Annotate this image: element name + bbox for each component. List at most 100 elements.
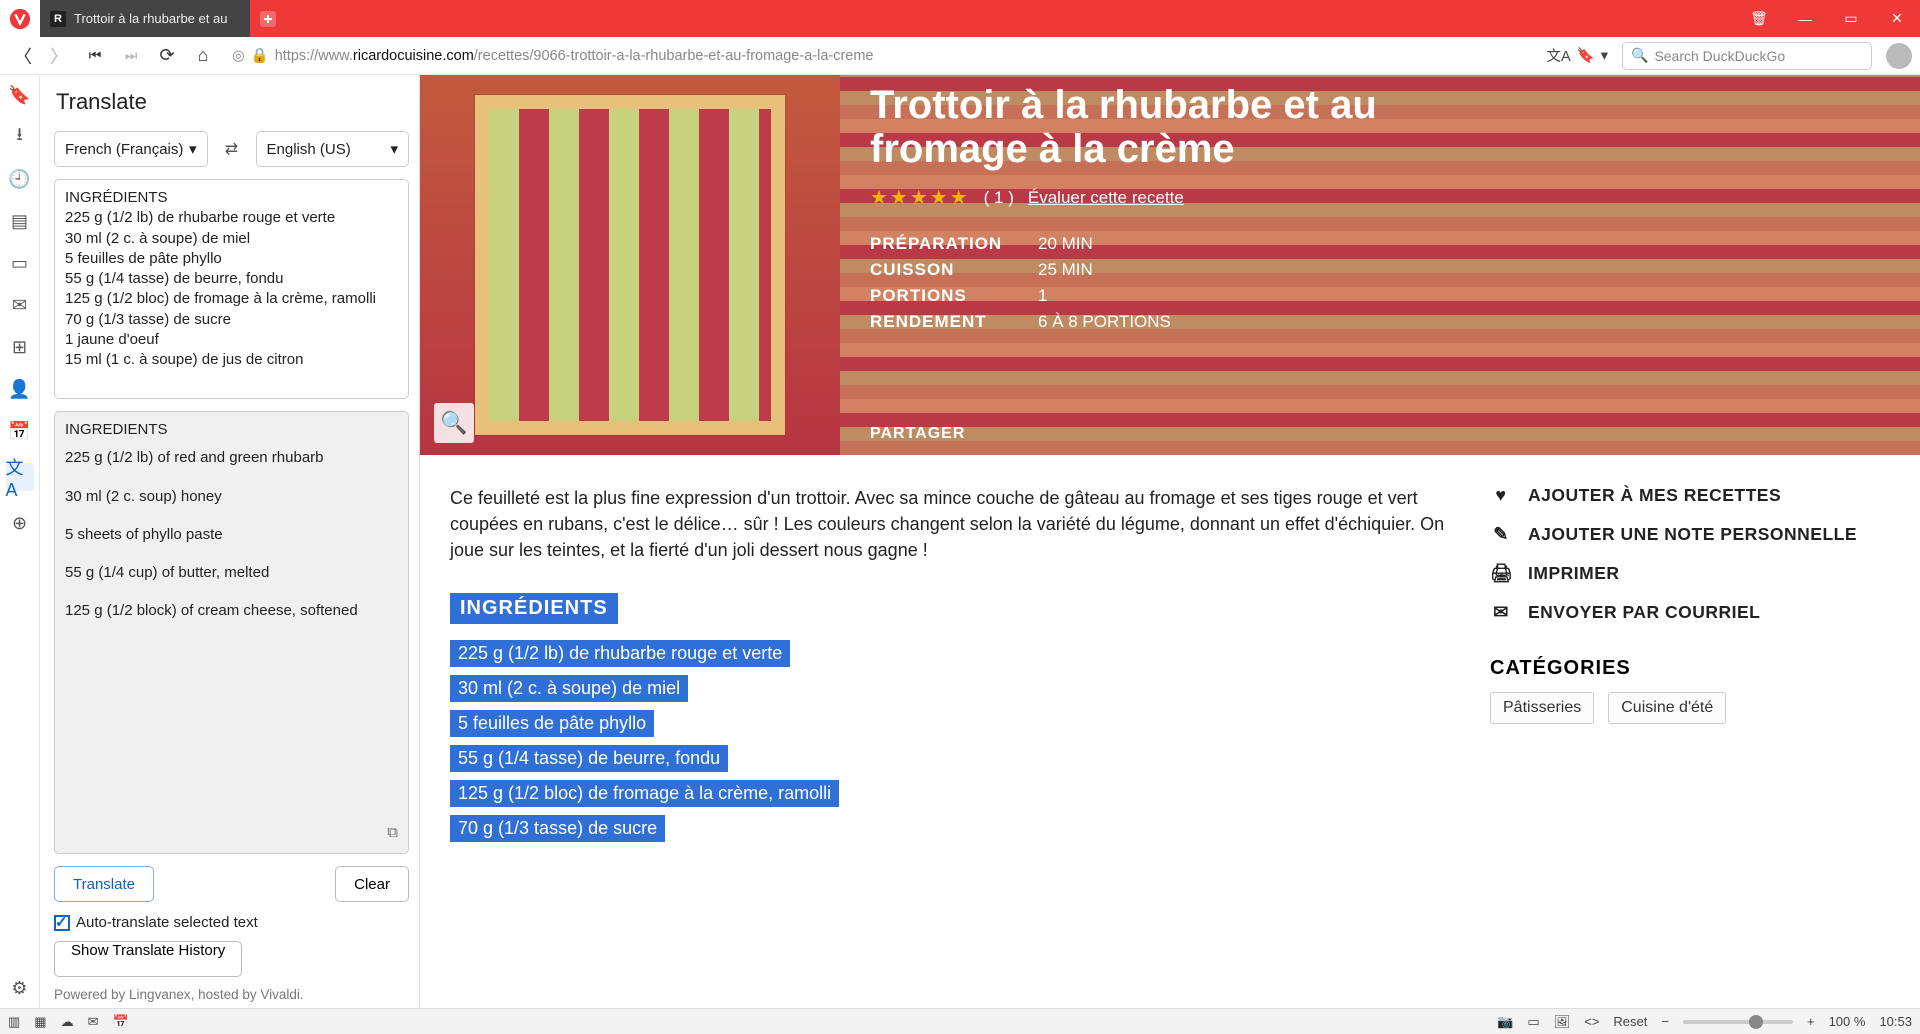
shield-icon: ◎ [232,48,245,64]
minimize-button[interactable]: — [1782,0,1828,37]
calendar-status-icon[interactable]: 📅 [113,1014,129,1030]
categories-heading: CATÉGORIES [1490,657,1890,680]
category-tag[interactable]: Pâtisseries [1490,692,1594,724]
ingredient-item: 225 g (1/2 lb) de rhubarbe rouge et vert… [450,640,790,667]
devtools-icon[interactable]: <> [1584,1014,1599,1029]
auto-translate-label: Auto-translate selected text [76,914,258,931]
search-input[interactable]: 🔍 Search DuckDuckGo [1622,42,1872,70]
downloads-icon[interactable]: ⭳ [10,127,30,147]
meta-label: PRÉPARATION [870,234,1020,254]
titlebar: R Trottoir à la rhubarbe et au 🗑 — ▭ ✕ [0,0,1920,37]
ingredient-item: 5 feuilles de pâte phyllo [450,710,654,737]
auto-translate-checkbox[interactable] [54,915,70,931]
recipe-title: Trottoir à la rhubarbe et au fromage à l… [870,83,1510,171]
panel-title: Translate [56,89,409,115]
meta-label: PORTIONS [870,286,1020,306]
rate-link[interactable]: Évaluer cette recette [1028,188,1184,208]
add-favorite-button[interactable]: ♥AJOUTER À MES RECETTES [1490,485,1890,506]
capture-icon[interactable]: 📷 [1497,1014,1513,1030]
search-icon: 🔍 [1631,47,1648,64]
zoom-slider[interactable] [1683,1020,1793,1024]
history-icon[interactable]: 🕘 [10,169,30,189]
rewind-button[interactable]: ⏮ [80,41,110,71]
tab-favicon: R [50,11,66,27]
ingredient-item: 70 g (1/3 tasse) de sucre [450,815,665,842]
close-button[interactable]: ✕ [1874,0,1920,37]
bookmark-icon[interactable]: 🔖 [1577,47,1595,64]
ingredients-list: 225 g (1/2 lb) de rhubarbe rouge et vert… [450,636,1450,846]
category-tag[interactable]: Cuisine d'été [1608,692,1726,724]
contacts-icon[interactable]: 👤 [10,379,30,399]
panel-toggle-icon[interactable]: ▥ [8,1014,20,1030]
zoom-image-button[interactable]: 🔍 [434,403,474,443]
powered-by-text: Powered by Lingvanex, hosted by Vivaldi. [54,987,409,1002]
ingredients-heading: INGRÉDIENTS [450,593,618,624]
reload-button[interactable]: ⟳ [152,41,182,71]
meta-value: 25 MIN [1038,260,1093,280]
settings-icon[interactable]: ⚙ [10,978,30,998]
vivaldi-logo[interactable] [0,0,40,37]
heart-icon: ♥ [1490,485,1512,506]
window-controls: 🗑 — ▭ ✕ [1736,0,1920,37]
lock-icon: 🔒 [251,47,269,64]
ingredient-item: 55 g (1/4 tasse) de beurre, fondu [450,745,728,772]
swap-languages-button[interactable]: ⇄ [218,135,246,163]
star-icon: ★★★★★ [870,185,970,210]
clock: 10:53 [1879,1014,1912,1029]
meta-label: RENDEMENT [870,312,1020,332]
search-placeholder: Search DuckDuckGo [1654,48,1785,64]
trash-icon[interactable]: 🗑 [1736,0,1782,37]
tile-icon[interactable]: ▭ [1527,1014,1539,1030]
source-lang-select[interactable]: French (Français)▾ [54,131,208,167]
share-button[interactable]: PARTAGER [870,425,1890,443]
status-bar: ▥ ▦ ☁ ✉ 📅 📷 ▭ 🖼 <> Reset − + 100 % 10:53 [0,1008,1920,1034]
clear-button[interactable]: Clear [335,866,409,902]
translate-panel: Translate French (Français)▾ ⇄ English (… [40,75,420,1008]
notes-icon[interactable]: ▤ [10,211,30,231]
new-tab-button[interactable] [250,0,286,37]
chevron-down-icon: ▾ [390,140,398,158]
home-button[interactable]: ⌂ [188,41,218,71]
note-icon: ✎ [1490,524,1512,545]
back-button[interactable]: 〈 [8,41,38,71]
tab-active[interactable]: R Trottoir à la rhubarbe et au [40,0,250,37]
sync-icon[interactable]: ☁ [61,1014,74,1030]
maximize-button[interactable]: ▭ [1828,0,1874,37]
toolbar: 〈 〉 ⏮ ⏭ ⟳ ⌂ ◎ 🔒 https://www.ricardocuisi… [0,37,1920,75]
source-textarea[interactable]: INGRÉDIENTS 225 g (1/2 lb) de rhubarbe r… [54,179,409,399]
translate-button[interactable]: Translate [54,866,154,902]
mail-icon: ✉ [1490,602,1512,623]
recipe-description: Ce feuilleté est la plus fine expression… [450,485,1450,563]
tiling-icon[interactable]: ▦ [34,1014,46,1030]
print-button[interactable]: 🖨IMPRIMER [1490,563,1890,584]
fastforward-button[interactable]: ⏭ [116,41,146,71]
history-button[interactable]: Show Translate History [54,941,242,977]
forward-button[interactable]: 〉 [44,41,74,71]
zoom-reset-button[interactable]: Reset [1613,1014,1647,1029]
translate-panel-icon[interactable]: 文A [6,463,34,491]
address-bar[interactable]: ◎ 🔒 https://www.ricardocuisine.com/recet… [224,41,1616,71]
images-icon[interactable]: 🖼 [1554,1014,1571,1030]
chevron-down-icon: ▾ [189,140,197,158]
page-content: 🔍 Trottoir à la rhubarbe et au fromage à… [420,75,1920,1008]
meta-label: CUISSON [870,260,1020,280]
send-mail-button[interactable]: ✉ENVOYER PAR COURRIEL [1490,602,1890,623]
tab-title: Trottoir à la rhubarbe et au [74,11,240,26]
mail-icon[interactable]: ✉ [10,295,30,315]
add-note-button[interactable]: ✎AJOUTER UNE NOTE PERSONNELLE [1490,524,1890,545]
meta-value: 20 MIN [1038,234,1093,254]
feeds-icon[interactable]: ⊞ [10,337,30,357]
target-lang-select[interactable]: English (US)▾ [256,131,410,167]
translate-addr-icon[interactable]: 文A [1546,45,1570,66]
meta-value: 6 À 8 PORTIONS [1038,312,1171,332]
profile-avatar[interactable] [1886,43,1912,69]
add-panel-icon[interactable]: ⊕ [10,513,30,533]
bookmarks-icon[interactable]: 🔖 [10,85,30,105]
window-icon[interactable]: ▭ [10,253,30,273]
chevron-down-icon[interactable]: ▾ [1601,48,1608,64]
copy-icon[interactable]: ⧉ [387,823,398,843]
ingredient-item: 30 ml (2 c. à soupe) de miel [450,675,688,702]
calendar-icon[interactable]: 📅 [10,421,30,441]
mail-status-icon[interactable]: ✉ [88,1014,99,1030]
side-rail: 🔖 ⭳ 🕘 ▤ ▭ ✉ ⊞ 👤 📅 文A ⊕ ⚙ [0,75,40,1008]
